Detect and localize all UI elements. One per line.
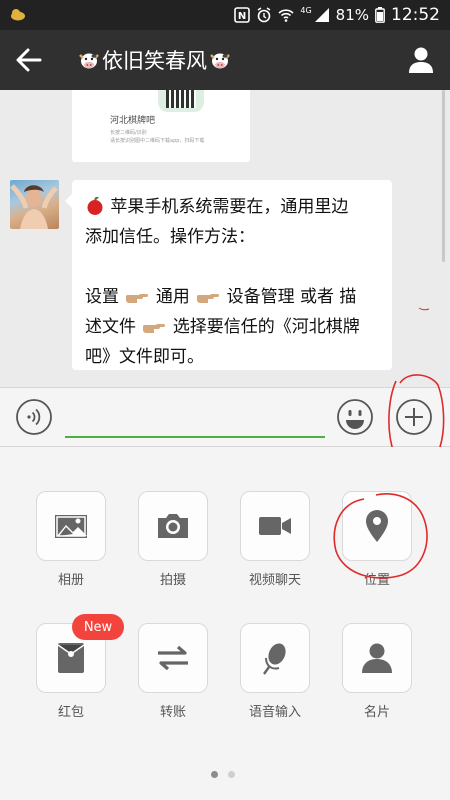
annotation-circle xyxy=(333,493,428,579)
clock: 12:52 xyxy=(391,5,440,25)
page-indicator[interactable] xyxy=(211,771,235,778)
album-label: 相册 xyxy=(57,573,84,588)
alarm-icon xyxy=(257,7,271,23)
emoji-icon[interactable] xyxy=(336,398,374,436)
contact-card-label: 名片 xyxy=(363,705,390,720)
chat-header: 依旧笑春风 xyxy=(0,30,450,90)
avatar-photo xyxy=(10,184,58,229)
pointing-hand-icon xyxy=(126,294,149,303)
video-call-icon xyxy=(259,517,291,535)
cow-emoji-icon xyxy=(210,53,230,69)
new-badge: New xyxy=(72,614,124,640)
message-line-2: 添加信任。操作方法： xyxy=(85,227,255,247)
qr-frame xyxy=(158,90,204,112)
message-text: 苹果手机系统需要在，通用里边 添加信任。操作方法： 设置 通用 设备管理 或者 … xyxy=(85,192,385,372)
battery-icon xyxy=(375,7,385,23)
status-bar: N 4G 81% 12:52 xyxy=(0,0,450,30)
transfer-label: 转账 xyxy=(159,705,186,720)
camera-button[interactable] xyxy=(138,491,208,561)
battery-percent: 81% xyxy=(335,6,369,24)
chat-title-text: 依旧笑春风 xyxy=(102,49,207,73)
camera-icon xyxy=(158,514,188,538)
message-word-settings: 设置 xyxy=(85,287,119,307)
apple-emoji-icon xyxy=(87,197,103,215)
message-input[interactable] xyxy=(65,400,325,438)
shared-card-message[interactable]: 河北棋牌吧 长按二维码/识别 请长按识别图中二维码下载app，扫码下载 xyxy=(72,90,250,162)
page-dot-1[interactable] xyxy=(211,771,218,778)
page-dot-2[interactable] xyxy=(228,771,235,778)
svg-text:N: N xyxy=(238,11,246,22)
transfer-icon xyxy=(158,645,188,671)
cow-emoji-icon xyxy=(79,53,99,69)
message-line-1: 苹果手机系统需要在，通用里边 xyxy=(110,197,349,217)
transfer-button[interactable] xyxy=(138,623,208,693)
card-caption: 请长按识别图中二维码下载app，扫码下载 xyxy=(110,138,205,144)
input-bar xyxy=(0,387,450,447)
pointing-hand-icon xyxy=(143,324,166,333)
red-packet-label: 红包 xyxy=(57,705,84,720)
weather-icon xyxy=(11,9,25,21)
photo-album-icon xyxy=(55,515,87,538)
profile-icon[interactable] xyxy=(408,46,434,74)
voice-input-label: 语音输入 xyxy=(248,705,301,720)
voice-input-button[interactable] xyxy=(240,623,310,693)
back-arrow-icon[interactable] xyxy=(16,48,42,72)
contact-card-icon xyxy=(362,643,392,673)
chat-title: 依旧笑春风 xyxy=(78,30,231,90)
message-word-profile: 述文件 xyxy=(85,317,136,337)
microphone-icon xyxy=(263,643,286,675)
message-word-general: 通用 xyxy=(155,287,190,307)
card-title: 河北棋牌吧 xyxy=(110,116,156,126)
message-word-device: 设备管理 或者 描 xyxy=(226,287,357,307)
card-subtitle: 长按二维码/识别 xyxy=(110,130,147,136)
message-line-last: 吧》文件即可。 xyxy=(85,347,204,367)
video-call-button[interactable] xyxy=(240,491,310,561)
camera-label: 拍摄 xyxy=(159,573,186,588)
nfc-icon: N xyxy=(234,7,251,23)
avatar[interactable] xyxy=(10,180,59,229)
network-type: 4G xyxy=(300,5,312,15)
red-packet-icon xyxy=(57,643,85,673)
voice-mode-icon[interactable] xyxy=(15,398,53,436)
message-word-select: 选择要信任的《河北棋牌 xyxy=(172,317,360,337)
chat-area[interactable]: 河北棋牌吧 长按二维码/识别 请长按识别图中二维码下载app，扫码下载 苹果手机… xyxy=(0,90,450,387)
message-bubble[interactable]: 苹果手机系统需要在，通用里边 添加信任。操作方法： 设置 通用 设备管理 或者 … xyxy=(65,180,392,372)
contact-card-button[interactable] xyxy=(342,623,412,693)
wifi-icon xyxy=(278,9,294,22)
scrollbar[interactable] xyxy=(442,90,445,262)
pointing-hand-icon xyxy=(197,294,220,303)
annotation-mark xyxy=(418,307,430,311)
qr-code-icon xyxy=(166,90,196,108)
signal-icon xyxy=(314,8,329,22)
album-button[interactable] xyxy=(36,491,106,561)
video-call-label: 视频聊天 xyxy=(248,573,301,588)
